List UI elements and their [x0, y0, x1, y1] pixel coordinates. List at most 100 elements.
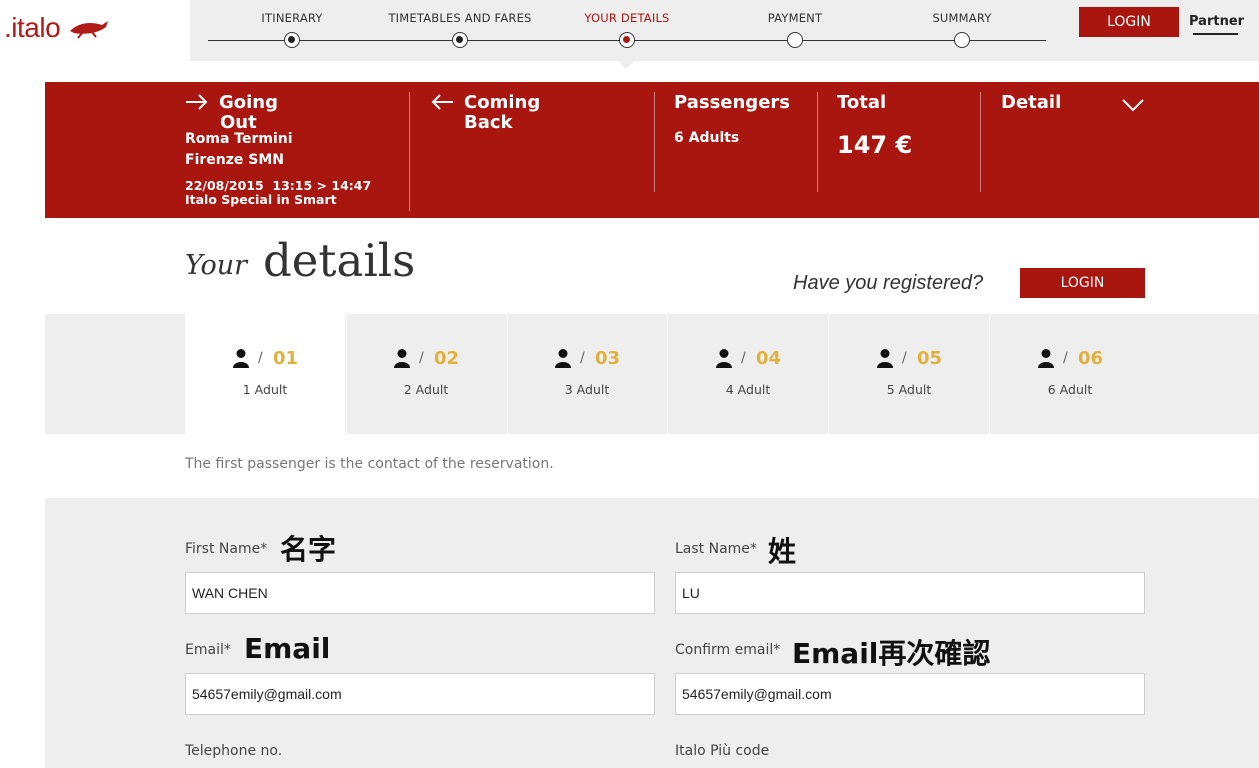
tab-header: / 04: [668, 348, 828, 370]
tab-header: / 05: [829, 348, 989, 370]
confirm-email-annotation: Email再次確認: [792, 637, 991, 670]
first-name-annotation: 名字: [280, 533, 337, 566]
page-title-your: Your: [185, 250, 248, 281]
coming-line2: Back: [464, 112, 513, 133]
logo-text: .italo: [4, 12, 61, 43]
step-done-dot: [452, 32, 468, 48]
tab-slash: /: [902, 350, 907, 366]
tab-label: 2 Adult: [403, 382, 449, 397]
passengers-label: Passengers: [674, 92, 790, 113]
total-value: 147 €: [837, 131, 913, 159]
step-your-details: YOUR DETAILS: [547, 0, 707, 48]
registered-question: Have you registered?: [793, 272, 984, 294]
going-out-heading-2: Out: [220, 113, 257, 133]
step-timetables[interactable]: TIMETABLES AND FARES: [380, 0, 540, 48]
partner-underline: [1193, 33, 1238, 35]
passenger-tab-3[interactable]: / 03 3 Adult: [507, 314, 667, 434]
email-label: Email*: [185, 642, 231, 658]
trip-summary: Going Out Roma Termini Firenze SMN 22/08…: [45, 82, 1259, 218]
arrow-right-icon: [186, 94, 208, 110]
divider: [817, 92, 818, 192]
first-name-label: First Name*: [185, 541, 268, 557]
step-pending-dot: [787, 32, 803, 48]
tab-header: / 06: [990, 348, 1150, 370]
hare-logo-icon: [70, 21, 108, 39]
tab-slash: /: [741, 350, 746, 366]
trip-datetime: 22/08/2015 13:15 > 14:47: [185, 178, 372, 193]
tab-label: 3 Adult: [564, 382, 610, 397]
detail-label: Detail: [1001, 92, 1062, 113]
step-itinerary[interactable]: ITINERARY: [212, 0, 372, 48]
tab-slash: /: [580, 350, 585, 366]
last-name-label: Last Name*: [675, 541, 757, 557]
passengers-block: Passengers 6 Adults: [674, 92, 790, 147]
confirm-email-label: Confirm email*: [675, 642, 781, 658]
email-field[interactable]: [185, 673, 655, 715]
telephone-label: Telephone no.: [185, 743, 283, 759]
coming-back-heading: Coming Back: [464, 93, 540, 133]
tab-label: 1 Adult: [242, 382, 288, 397]
tab-number: 06: [1078, 348, 1104, 369]
detail-toggle[interactable]: Detail: [1001, 93, 1061, 113]
tab-number: 03: [595, 348, 621, 369]
header-login-button[interactable]: LOGIN: [1079, 7, 1179, 37]
fare-name: Italo Special in Smart: [185, 192, 337, 207]
step-label: YOUR DETAILS: [584, 11, 670, 25]
chevron-down-icon[interactable]: [1121, 98, 1145, 112]
person-icon: [877, 349, 893, 368]
tab-number: 05: [917, 348, 943, 369]
coming-line1: Coming: [464, 92, 541, 113]
tab-number: 02: [434, 348, 460, 369]
tab-label: 6 Adult: [1047, 382, 1093, 397]
passenger-form: [45, 498, 1259, 768]
step-label: TIMETABLES AND FARES: [388, 11, 532, 25]
step-label: ITINERARY: [261, 11, 323, 25]
first-name-field[interactable]: [185, 572, 655, 614]
passenger-tab-5[interactable]: / 05 5 Adult: [829, 314, 989, 434]
tab-header: / 01: [185, 348, 345, 370]
tab-number: 04: [756, 348, 782, 369]
to-station: Firenze SMN: [185, 152, 284, 168]
italo-piu-label: Italo Più code: [675, 743, 770, 759]
passenger-tab-2[interactable]: / 02 2 Adult: [346, 314, 506, 434]
divider: [980, 92, 981, 192]
current-step-pointer: [618, 61, 634, 69]
login-button[interactable]: LOGIN: [1020, 268, 1145, 298]
person-icon: [394, 349, 410, 368]
going-line1: Going: [219, 92, 279, 113]
person-icon: [555, 349, 571, 368]
total-label: Total: [837, 92, 887, 113]
passenger-tab-6[interactable]: / 06 6 Adult: [990, 314, 1150, 434]
divider: [409, 92, 410, 211]
tab-header: / 02: [346, 348, 506, 370]
last-name-field[interactable]: [675, 572, 1145, 614]
from-station: Roma Termini: [185, 131, 293, 147]
person-icon: [716, 349, 732, 368]
step-pending-dot: [954, 32, 970, 48]
partner-link[interactable]: Partner: [1189, 14, 1244, 29]
arrow-left-icon: [431, 94, 453, 110]
tab-number: 01: [273, 348, 299, 369]
tab-header: / 03: [507, 348, 667, 370]
step-payment: PAYMENT: [715, 0, 875, 48]
going-out-heading: Going: [219, 93, 278, 113]
person-icon: [233, 349, 249, 368]
step-label: SUMMARY: [932, 11, 992, 25]
tab-slash: /: [258, 350, 263, 366]
passengers-value: 6 Adults: [674, 130, 740, 146]
going-line2: Out: [220, 112, 257, 133]
step-done-dot: [284, 32, 300, 48]
confirm-email-field[interactable]: [675, 673, 1145, 715]
page-title-details: details: [263, 234, 416, 287]
passenger-tab-1[interactable]: / 01 1 Adult: [185, 314, 345, 434]
contact-note: The first passenger is the contact of th…: [185, 456, 554, 472]
tab-label: 5 Adult: [886, 382, 932, 397]
tab-slash: /: [419, 350, 424, 366]
person-icon: [1038, 349, 1054, 368]
tab-slash: /: [1063, 350, 1068, 366]
step-current-dot: [619, 32, 635, 48]
total-block: Total 147 €: [837, 92, 913, 160]
tab-label: 4 Adult: [725, 382, 771, 397]
step-label: PAYMENT: [767, 11, 823, 25]
passenger-tab-4[interactable]: / 04 4 Adult: [668, 314, 828, 434]
